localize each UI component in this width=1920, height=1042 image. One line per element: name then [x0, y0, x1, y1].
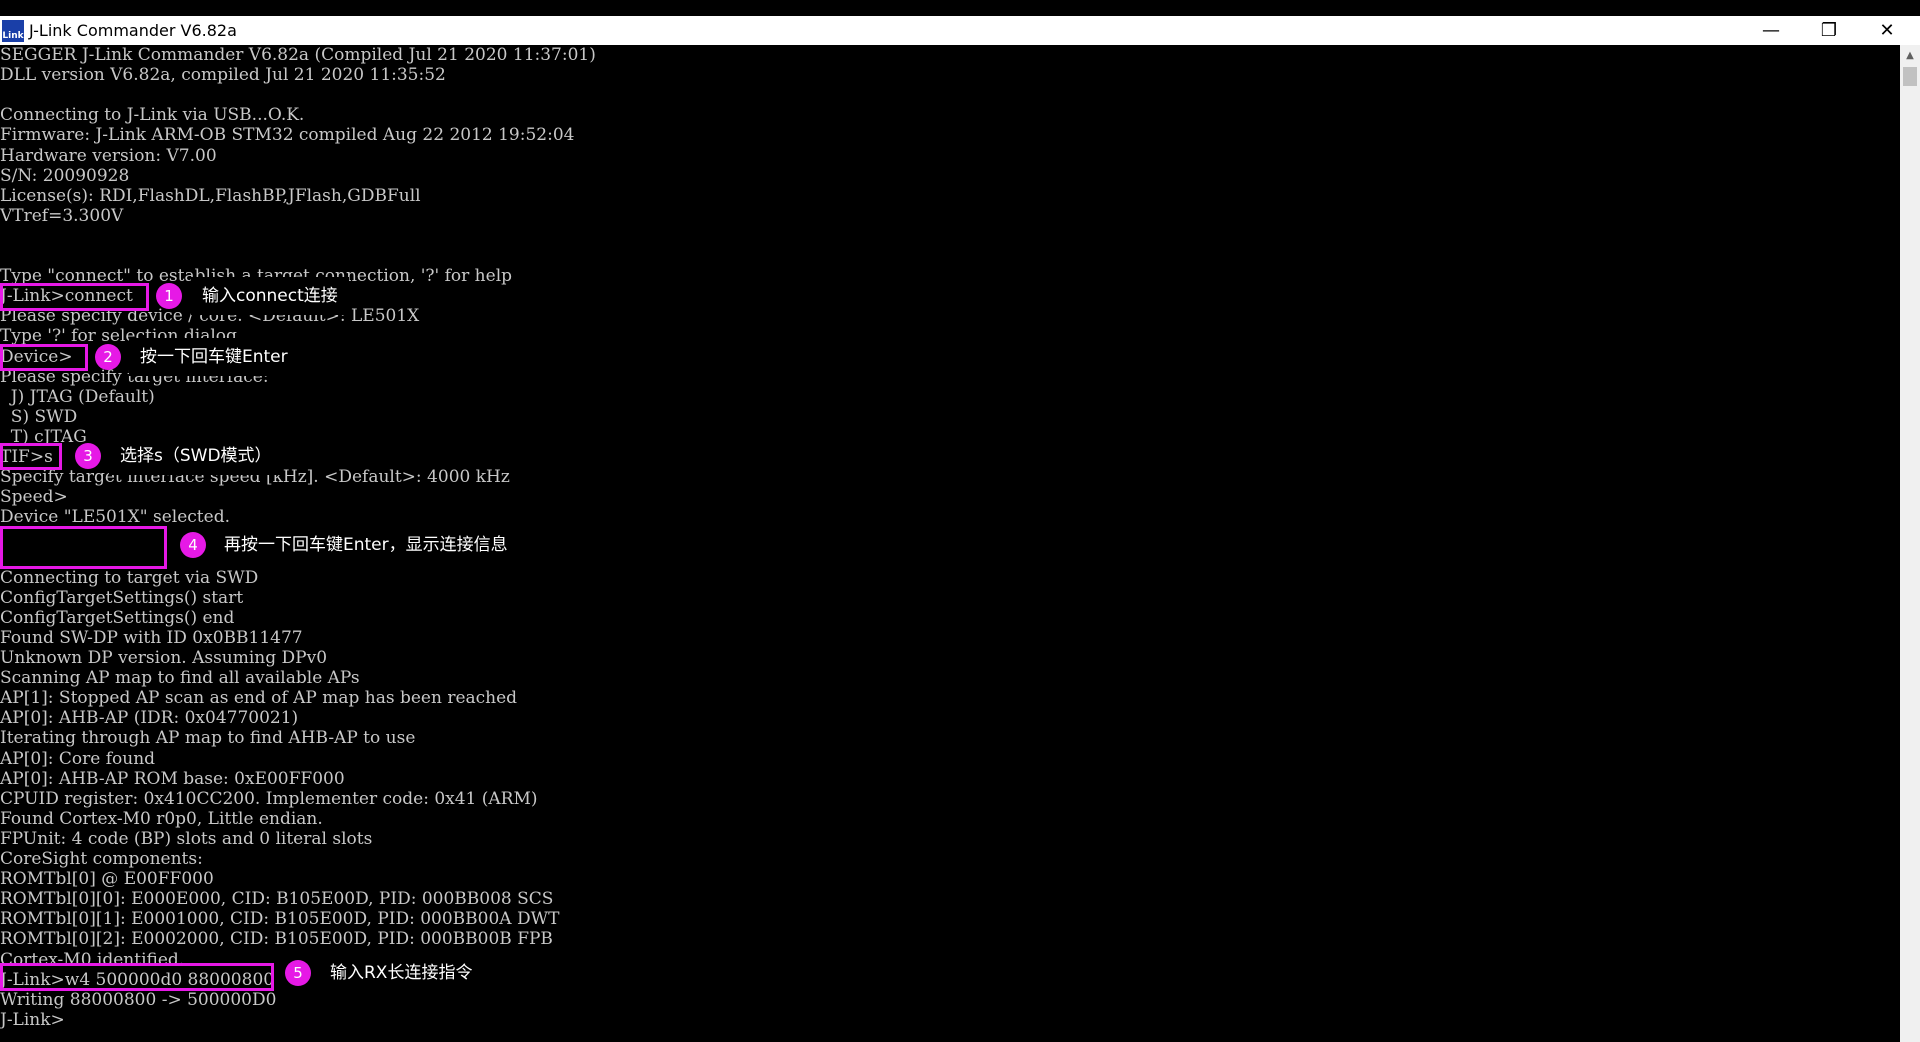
console-line: J) JTAG (Default) [0, 386, 155, 407]
highlight-box-connect [0, 283, 149, 311]
highlight-box-tif [0, 443, 62, 470]
console-line: S/N: 20090928 [0, 165, 130, 186]
window-title: J-Link Commander V6.82a [29, 21, 237, 40]
console-line: Scanning AP map to find all available AP… [0, 668, 360, 689]
annotation-badge-2: 2 [95, 344, 121, 370]
annotation-badge-1: 1 [156, 283, 182, 309]
console-line: AP[1]: Stopped AP scan as end of AP map … [0, 688, 518, 709]
console-line: Speed> [0, 487, 68, 508]
console-line: FPUnit: 4 code (BP) slots and 0 literal … [0, 828, 373, 849]
console-line: ROMTbl[0] @ E00FF000 [0, 869, 214, 890]
console-line: VTref=3.300V [0, 205, 124, 226]
annotation-note-3: 选择s（SWD模式） [109, 437, 283, 475]
annotation-badge-4: 4 [180, 532, 206, 558]
vertical-scrollbar[interactable]: ▲ [1900, 45, 1920, 1042]
annotation-note-2: 按一下回车键Enter [129, 338, 299, 376]
maximize-button[interactable]: ❐ [1800, 16, 1858, 45]
console-line: AP[0]: AHB-AP (IDR: 0x04770021) [0, 708, 299, 729]
annotation-badge-3: 3 [75, 443, 101, 469]
console-line: J-Link> [0, 1009, 65, 1030]
console-line: ROMTbl[0][0]: E000E000, CID: B105E00D, P… [0, 889, 554, 910]
console-line: Hardware version: V7.00 [0, 145, 217, 166]
annotation-badge-5: 5 [285, 960, 311, 986]
annotation-note-1: 输入connect连接 [191, 277, 349, 315]
jlink-app-icon: Link [2, 19, 24, 42]
scroll-thumb[interactable] [1903, 67, 1917, 86]
annotation-note-5: 输入RX长连接指令 [319, 954, 484, 992]
console-line: ConfigTargetSettings() start [0, 587, 244, 608]
highlight-box-w4-command [0, 963, 274, 991]
console-line: CoreSight components: [0, 849, 203, 869]
top-border [0, 0, 1920, 16]
console-line: Iterating through AP map to find AHB-AP … [0, 728, 416, 749]
console-line: DLL version V6.82a, compiled Jul 21 2020… [0, 65, 446, 86]
console-line: Connecting to target via SWD [0, 567, 259, 588]
highlight-box-device [0, 344, 88, 371]
console-line: Device "LE501X" selected. [0, 507, 230, 528]
title-bar[interactable]: Link J-Link Commander V6.82a — ❐ ✕ [0, 16, 1920, 45]
console-line: ROMTbl[0][2]: E0002000, CID: B105E00D, P… [0, 929, 553, 950]
console-line: CPUID register: 0x410CC200. Implementer … [0, 788, 538, 809]
console-line: Connecting to J-Link via USB...O.K. [0, 105, 305, 126]
console-line: ROMTbl[0][1]: E0001000, CID: B105E00D, P… [0, 909, 560, 930]
console-line: ConfigTargetSettings() end [0, 607, 235, 628]
console-line: Unknown DP version. Assuming DPv0 [0, 648, 328, 668]
console-line: Firmware: J-Link ARM-OB STM32 compiled A… [0, 125, 575, 146]
console-line: AP[0]: AHB-AP ROM base: 0xE00FF000 [0, 768, 345, 789]
highlight-box-enter [0, 526, 167, 569]
scroll-up-arrow-icon[interactable]: ▲ [1900, 45, 1920, 65]
console-line: License(s): RDI,FlashDL,FlashBP,JFlash,G… [0, 185, 421, 206]
console-line: SEGGER J-Link Commander V6.82a (Compiled… [0, 45, 596, 65]
console-line: AP[0]: Core found [0, 748, 156, 769]
annotation-note-4: 再按一下回车键Enter，显示连接信息 [213, 526, 519, 564]
console-line: Found SW-DP with ID 0x0BB11477 [0, 627, 303, 648]
close-button[interactable]: ✕ [1858, 16, 1916, 45]
minimize-button[interactable]: — [1742, 16, 1800, 45]
console-line: S) SWD [0, 406, 78, 427]
console-line: Found Cortex-M0 r0p0, Little endian. [0, 808, 323, 829]
console-line: Writing 88000800 -> 500000D0 [0, 989, 277, 1010]
